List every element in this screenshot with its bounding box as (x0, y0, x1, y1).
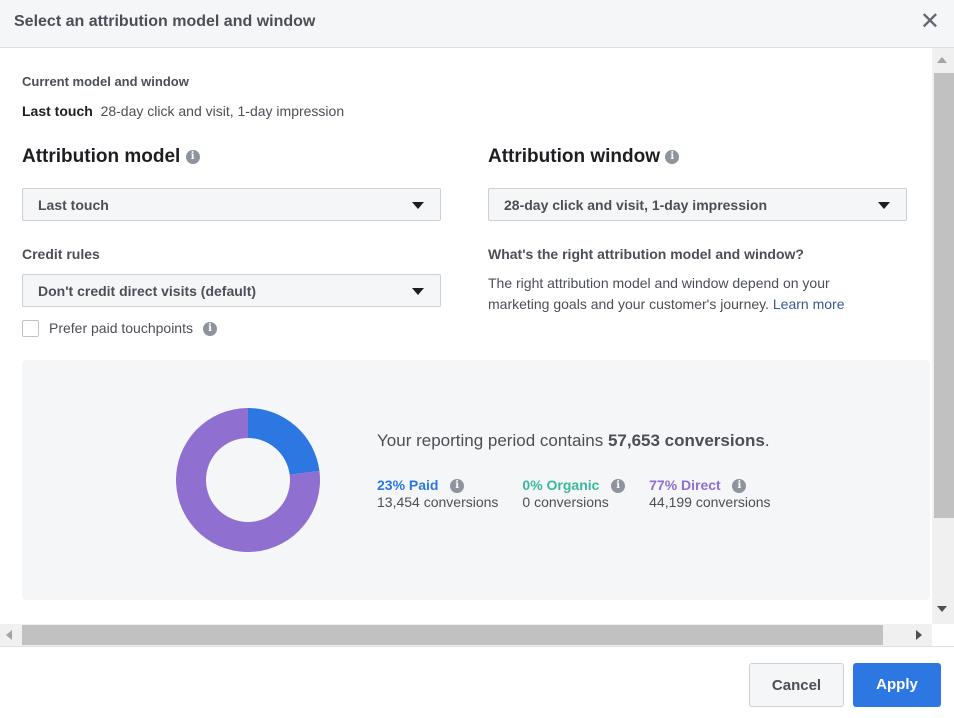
footer-divider (0, 646, 954, 647)
credit-rules-label: Credit rules (22, 246, 100, 262)
info-icon[interactable]: i (185, 149, 200, 164)
breakdown-label: 0% Organic (522, 477, 600, 493)
caret-down-icon (412, 202, 424, 209)
scroll-left-icon[interactable] (6, 630, 12, 640)
summary-suffix: . (764, 431, 770, 450)
attribution-window-heading: Attribution window (488, 146, 661, 167)
prefer-paid-label: Prefer paid touchpoints (49, 320, 193, 336)
breakdown-label: 77% Direct (649, 477, 721, 493)
summary-total: 57,653 conversions (607, 431, 765, 450)
close-icon[interactable]: ✕ (920, 10, 940, 34)
horizontal-scroll-thumb[interactable] (22, 625, 883, 645)
info-icon[interactable]: i (732, 479, 747, 494)
summary-prefix: Your reporting period contains (377, 431, 604, 450)
scroll-right-icon[interactable] (916, 630, 922, 640)
caret-down-icon (878, 202, 890, 209)
attribution-model-select[interactable]: Last touch (22, 188, 441, 221)
attribution-window-select[interactable]: 28-day click and visit, 1-day impression (488, 188, 907, 221)
breakdown-count: 44,199 conversions (649, 494, 771, 511)
current-window: 28-day click and visit, 1-day impression (100, 103, 345, 119)
current-label: Current model and window (22, 74, 189, 89)
select-value: Last touch (38, 197, 109, 213)
vertical-scroll-thumb[interactable] (934, 73, 954, 518)
breakdown-item: 77% Direct i 44,199 conversions (649, 477, 770, 511)
learn-more-link[interactable]: Learn more (773, 296, 845, 312)
prefer-paid-checkbox[interactable] (22, 320, 39, 337)
breakdown-item: 23% Paid i 13,454 conversions (377, 477, 498, 511)
info-icon[interactable]: i (611, 479, 626, 494)
prefer-paid-row: Prefer paid touchpoints i (22, 318, 217, 339)
breakdown-label: 23% Paid (377, 477, 439, 493)
scroll-up-icon[interactable] (937, 57, 947, 63)
current-model: Last touch (22, 103, 93, 119)
scroll-down-icon[interactable] (937, 606, 947, 612)
breakdown-count: 0 conversions (522, 494, 609, 511)
attribution-model-heading: Attribution model (22, 146, 181, 167)
dialog-header: Select an attribution model and window ✕ (0, 0, 954, 48)
caret-down-icon (412, 288, 424, 295)
breakdown-count: 13,454 conversions (377, 494, 499, 511)
conversion-donut-chart (176, 408, 320, 552)
info-icon[interactable]: i (665, 149, 680, 164)
select-value: Don't credit direct visits (default) (38, 283, 257, 299)
apply-button[interactable]: Apply (853, 663, 941, 707)
info-icon[interactable]: i (450, 479, 465, 494)
breakdown-item: 0% Organic i0 conversions (522, 477, 626, 511)
cancel-button[interactable]: Cancel (749, 663, 844, 707)
select-value: 28-day click and visit, 1-day impression (504, 197, 767, 213)
donut-slice (248, 408, 320, 475)
dialog-title: Select an attribution model and window (14, 13, 316, 30)
info-icon[interactable]: i (202, 321, 217, 336)
credit-rules-select[interactable]: Don't credit direct visits (default) (22, 274, 441, 307)
help-question: What's the right attribution model and w… (488, 246, 804, 262)
